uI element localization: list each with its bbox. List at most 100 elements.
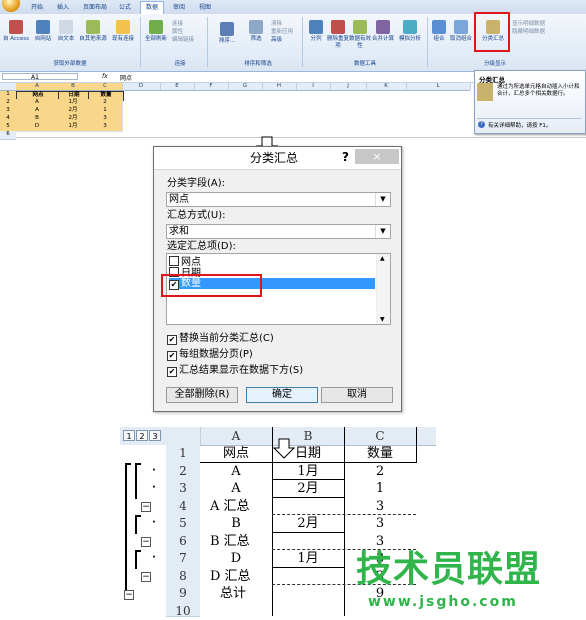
row-header[interactable]: 6 — [0, 131, 16, 140]
from-other-sources-button[interactable]: 自其他来源 — [78, 20, 108, 43]
select-all-corner[interactable] — [166, 427, 201, 445]
cancel-button[interactable]: 取消 — [321, 387, 393, 403]
connections-link[interactable]: 连接 — [172, 20, 183, 28]
summary-function-select[interactable]: 求和 ▼ — [166, 224, 391, 239]
tab-view[interactable]: 视图 — [194, 2, 216, 14]
filter-button[interactable]: 筛选 — [246, 20, 266, 43]
checkbox-checked[interactable]: ✔ — [167, 335, 177, 345]
table-cell[interactable]: D — [16, 123, 59, 132]
row-header[interactable]: 4 — [166, 498, 200, 517]
table-cell[interactable]: B — [200, 515, 272, 533]
table-cell[interactable]: 3 — [344, 498, 416, 516]
table-cell[interactable]: 2月 — [272, 515, 344, 533]
column-header[interactable]: H — [262, 83, 297, 90]
data-validation-button[interactable]: 数据有效性 — [349, 20, 371, 50]
column-header[interactable]: I — [296, 83, 331, 90]
row-header[interactable]: 10 — [166, 603, 200, 618]
table-cell[interactable]: 1 — [344, 480, 416, 498]
column-header[interactable]: C — [88, 83, 123, 90]
select-all-corner[interactable] — [0, 83, 17, 90]
outline-level-2-button[interactable]: 2 — [136, 430, 148, 441]
ok-button[interactable]: 确定 — [246, 387, 318, 403]
row-header[interactable]: 6 — [166, 533, 200, 552]
column-header[interactable]: G — [228, 83, 263, 90]
ungroup-button[interactable]: 取消组合 — [449, 20, 473, 43]
remove-all-button[interactable]: 全部删除(R) — [166, 387, 238, 403]
column-header[interactable]: F — [194, 83, 229, 90]
group-button[interactable]: 组合 — [430, 20, 448, 43]
collapse-button[interactable]: − — [141, 572, 151, 582]
table-cell[interactable]: 数量 — [344, 445, 416, 463]
column-header[interactable]: C — [344, 427, 417, 445]
formula-input[interactable]: 网点 — [120, 73, 132, 82]
table-cell[interactable]: A 汇总 — [200, 498, 272, 516]
tab-review[interactable]: 审阅 — [168, 2, 190, 14]
advanced-link[interactable]: 高级 — [271, 36, 282, 44]
refresh-all-button[interactable]: 全部刷新 — [143, 20, 169, 43]
reapply-link[interactable]: 重新应用 — [271, 28, 293, 36]
checkbox-checked[interactable]: ✔ — [167, 367, 177, 377]
fx-icon[interactable]: fx — [102, 73, 108, 80]
table-cell[interactable]: 3 — [88, 123, 123, 132]
tab-home[interactable]: 开始 — [26, 2, 48, 14]
column-header[interactable]: A — [16, 83, 59, 90]
what-if-button[interactable]: 模拟分析 — [396, 20, 424, 43]
close-button[interactable]: × — [355, 149, 399, 164]
table-cell[interactable]: 1月 — [58, 123, 89, 132]
hide-detail-link[interactable]: 隐藏明细数据 — [512, 28, 545, 36]
replace-current-option[interactable]: ✔ 替换当前分类汇总(C) — [167, 333, 274, 345]
column-header[interactable]: D — [122, 83, 161, 90]
collapse-button[interactable]: − — [124, 590, 134, 600]
table-cell[interactable]: 2月 — [272, 480, 344, 498]
remove-duplicates-button[interactable]: 删除重复项 — [327, 20, 349, 50]
column-header[interactable]: K — [366, 83, 407, 90]
table-cell[interactable]: 2 — [344, 463, 416, 481]
table-cell[interactable]: 1月 — [272, 463, 344, 481]
column-header[interactable]: B — [58, 83, 89, 90]
row-header[interactable]: 7 — [166, 550, 200, 569]
summary-below-option[interactable]: ✔ 汇总结果显示在数据下方(S) — [167, 365, 303, 377]
table-cell[interactable]: 总计 — [210, 585, 282, 603]
table-cell[interactable]: 1月 — [272, 550, 344, 568]
row-header[interactable]: 5 — [166, 515, 200, 534]
column-header[interactable]: J — [330, 83, 367, 90]
from-text-button[interactable]: 自文本 — [55, 20, 77, 43]
table-cell[interactable]: D 汇总 — [200, 568, 272, 586]
table-cell[interactable]: D — [200, 550, 272, 568]
page-break-option[interactable]: ✔ 每组数据分页(P) — [167, 349, 253, 361]
table-cell[interactable]: A — [200, 480, 272, 498]
tab-insert[interactable]: 插入 — [52, 2, 74, 14]
chevron-up-icon[interactable]: ▲ — [380, 255, 385, 262]
clear-link[interactable]: 清除 — [271, 20, 282, 28]
sort-button[interactable]: 排序... — [211, 22, 243, 45]
subtotal-field-select[interactable]: 网点 ▼ — [166, 192, 391, 207]
row-header[interactable]: 2 — [166, 463, 200, 482]
from-access-button[interactable]: 自 Access — [2, 20, 30, 43]
properties-link[interactable]: 属性 — [172, 28, 183, 36]
chevron-down-icon[interactable]: ▼ — [380, 316, 385, 323]
help-icon[interactable]: ? — [342, 150, 349, 164]
outline-level-3-button[interactable]: 3 — [149, 430, 161, 441]
list-item-wangdian[interactable]: 网点 — [169, 256, 375, 268]
text-to-columns-button[interactable]: 分列 — [305, 20, 327, 43]
name-box[interactable]: A1 — [2, 73, 78, 81]
table-cell[interactable]: A — [200, 463, 272, 481]
tab-page-layout[interactable]: 页面布局 — [78, 2, 112, 14]
tab-data[interactable]: 数据 — [140, 1, 165, 14]
collapse-button[interactable]: − — [141, 502, 151, 512]
row-header[interactable]: 9 — [166, 585, 200, 604]
row-header[interactable]: 3 — [166, 480, 200, 499]
row-header[interactable]: 8 — [166, 568, 200, 587]
consolidate-button[interactable]: 合并计算 — [371, 20, 395, 43]
table-cell[interactable]: 网点 — [200, 445, 272, 463]
checkbox-checked[interactable]: ✔ — [167, 351, 177, 361]
column-header[interactable]: A — [200, 427, 273, 445]
list-scrollbar[interactable]: ▲ ▼ — [376, 254, 390, 324]
column-header[interactable]: L — [406, 83, 471, 90]
column-header[interactable]: E — [160, 83, 195, 90]
row-header[interactable]: 1 — [166, 445, 200, 464]
table-cell[interactable]: 3 — [344, 515, 416, 533]
from-web-button[interactable]: 自网站 — [32, 20, 54, 43]
table-cell[interactable]: B 汇总 — [200, 533, 272, 551]
outline-level-1-button[interactable]: 1 — [123, 430, 135, 441]
